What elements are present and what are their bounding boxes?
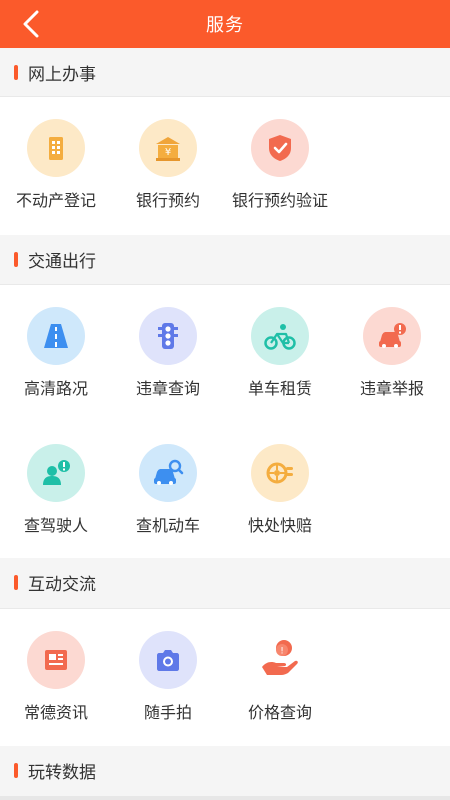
- news-icon: [27, 631, 85, 689]
- service-violation-report[interactable]: 违章举报: [336, 285, 448, 405]
- traffic-light-icon: [139, 307, 197, 365]
- section-header-transport: 交通出行: [0, 235, 450, 283]
- road-icon: [27, 307, 85, 365]
- service-hd-traffic[interactable]: 高清路况: [0, 285, 112, 405]
- car-alert-icon: [363, 307, 421, 365]
- service-label: 价格查询: [247, 703, 312, 722]
- bank-icon: ¥: [139, 119, 197, 177]
- service-label: 单车租赁: [247, 379, 312, 398]
- service-label: 违章举报: [359, 379, 424, 398]
- service-vehicle-query[interactable]: 查机动车: [112, 422, 224, 542]
- service-label: 常德资讯: [23, 703, 88, 722]
- service-bank-appointment[interactable]: ¥ 银行预约: [112, 97, 224, 217]
- section-marker: [14, 762, 18, 778]
- section-title: 网上办事: [28, 64, 96, 85]
- wheel-icon: [251, 444, 309, 502]
- service-label: 随手拍: [143, 703, 192, 722]
- bicycle-icon: [251, 307, 309, 365]
- camera-icon: [139, 631, 197, 689]
- hand-price-icon: !: [251, 631, 309, 689]
- service-label: 查机动车: [135, 516, 200, 535]
- service-real-estate-registration[interactable]: 不动产登记: [0, 97, 112, 217]
- section-title: 互动交流: [28, 574, 96, 595]
- building-icon: [27, 119, 85, 177]
- driver-alert-icon: [27, 444, 85, 502]
- service-label: 高清路况: [23, 379, 88, 398]
- service-violation-query[interactable]: 违章查询: [112, 285, 224, 405]
- car-search-icon: [139, 444, 197, 502]
- service-label: 违章查询: [135, 379, 200, 398]
- service-changde-news[interactable]: 常德资讯: [0, 609, 112, 729]
- service-label: 查驾驶人: [23, 516, 88, 535]
- service-label: 不动产登记: [15, 191, 96, 210]
- section-grid-interaction: 常德资讯 随手拍 ! 价格查询: [0, 608, 450, 747]
- svg-text:!: !: [280, 647, 284, 657]
- section-grid-online-services: 不动产登记 ¥ 银行预约 银行预约验证: [0, 96, 450, 235]
- service-bike-rental[interactable]: 单车租赁: [224, 285, 336, 405]
- section-title: 玩转数据: [28, 762, 96, 783]
- section-header-interaction: 互动交流: [0, 558, 450, 606]
- app-header: 服务: [0, 0, 450, 48]
- service-label: 快处快赔: [247, 516, 312, 535]
- section-marker: [14, 574, 18, 590]
- service-label: 银行预约验证: [231, 191, 328, 210]
- service-driver-query[interactable]: 查驾驶人: [0, 422, 112, 542]
- service-label: 银行预约: [135, 191, 200, 210]
- section-marker: [14, 251, 18, 267]
- section-title: 交通出行: [28, 251, 96, 272]
- section-grid-transport: 高清路况 违章查询 单车租赁 违章举报 查驾驶人 查机动车 快处快赔: [0, 284, 450, 559]
- service-bank-appointment-verify[interactable]: 银行预约验证: [224, 97, 336, 217]
- shield-check-icon: [251, 119, 309, 177]
- bottom-divider: [0, 796, 450, 800]
- section-header-data: 玩转数据: [0, 746, 450, 794]
- page-title: 服务: [206, 15, 244, 36]
- service-snapshot[interactable]: 随手拍: [112, 609, 224, 729]
- service-quick-claim[interactable]: 快处快赔: [224, 422, 336, 542]
- section-header-online-services: 网上办事: [0, 48, 450, 96]
- svg-text:¥: ¥: [165, 147, 171, 158]
- section-marker: [14, 64, 18, 80]
- service-price-query[interactable]: ! 价格查询: [224, 609, 336, 729]
